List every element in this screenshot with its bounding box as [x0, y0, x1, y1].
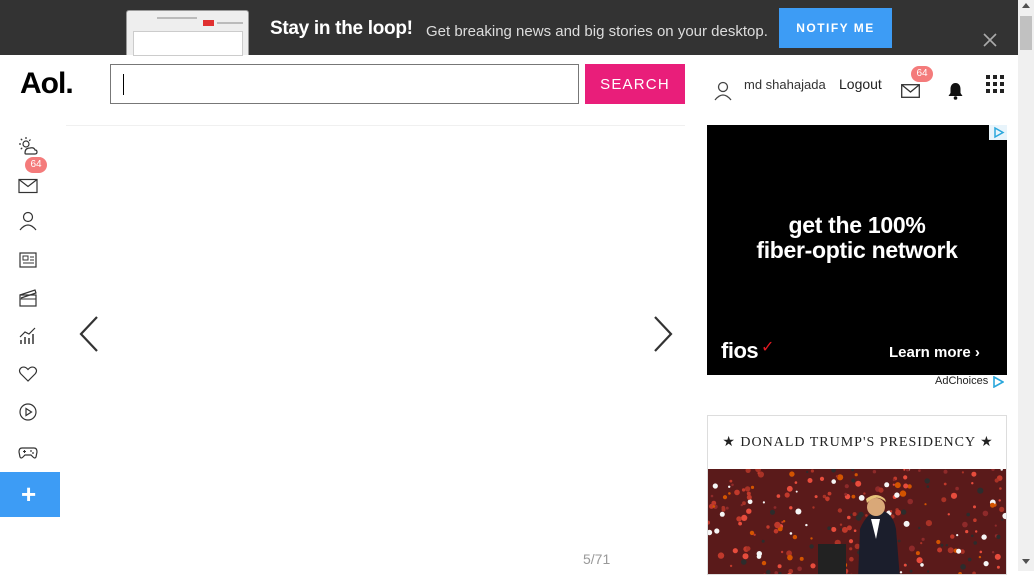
username-link[interactable]: md shahajada	[744, 77, 826, 92]
banner-subtext: Get breaking news and big stories on you…	[426, 23, 768, 40]
lifestyle-heart-icon[interactable]	[18, 364, 38, 384]
games-controller-icon[interactable]	[18, 442, 38, 462]
news-icon[interactable]	[18, 250, 38, 270]
page-scrollbar[interactable]	[1018, 0, 1034, 571]
adchoices-link[interactable]: AdChoices	[935, 375, 988, 387]
user-icon[interactable]	[713, 81, 733, 101]
add-shortcut-button[interactable]: +	[0, 472, 60, 517]
search-button[interactable]: SEARCH	[585, 64, 685, 104]
verizon-check-icon: ✓	[761, 337, 774, 356]
advertisement[interactable]: get the 100% fiber-optic network fios ✓ …	[707, 125, 1007, 375]
rail-mail-count-badge: 64	[25, 157, 47, 173]
banner-headline: Stay in the loop!	[270, 18, 413, 40]
bell-icon[interactable]	[947, 82, 964, 100]
mail-icon[interactable]	[901, 84, 920, 98]
finance-icon[interactable]	[18, 326, 38, 346]
close-icon[interactable]	[980, 30, 1000, 50]
next-slide-arrow-icon[interactable]	[652, 315, 674, 353]
profile-icon[interactable]	[18, 211, 38, 231]
logout-link[interactable]: Logout	[839, 76, 882, 92]
fios-logo: fios	[721, 338, 758, 364]
weather-icon[interactable]	[18, 136, 38, 156]
scroll-up-arrow-icon[interactable]	[1022, 3, 1030, 8]
aol-logo[interactable]: Aol.	[20, 67, 73, 101]
search-input[interactable]	[110, 64, 579, 104]
apps-grid-icon[interactable]	[986, 75, 1004, 93]
slide-counter: 5/71	[583, 551, 610, 567]
adchoices-icon[interactable]	[992, 376, 1004, 388]
notify-me-button[interactable]: NOTIFY ME	[779, 8, 892, 48]
scroll-down-arrow-icon[interactable]	[1022, 559, 1030, 564]
plus-icon: +	[21, 481, 36, 507]
notification-banner: Stay in the loop! Get breaking news and …	[0, 0, 1018, 55]
video-play-icon[interactable]	[18, 402, 38, 422]
text-cursor	[123, 74, 124, 95]
previous-slide-arrow-icon[interactable]	[78, 315, 100, 353]
ad-headline: get the 100% fiber-optic network	[707, 213, 1007, 263]
presidency-news-card[interactable]: ★ DONALD TRUMP'S PRESIDENCY ★	[707, 415, 1007, 575]
card-title: ★ DONALD TRUMP'S PRESIDENCY ★	[708, 434, 1007, 451]
card-photo	[708, 469, 1007, 575]
mail-count-badge: 64	[911, 66, 933, 82]
scroll-thumb[interactable]	[1020, 16, 1032, 50]
desktop-notification-preview-image	[126, 10, 249, 55]
ad-learn-more-link[interactable]: Learn more ›	[889, 344, 980, 361]
mail-icon[interactable]	[18, 176, 38, 196]
entertainment-icon[interactable]	[18, 288, 38, 308]
header-divider	[66, 125, 685, 126]
ad-info-icon[interactable]	[989, 125, 1007, 140]
